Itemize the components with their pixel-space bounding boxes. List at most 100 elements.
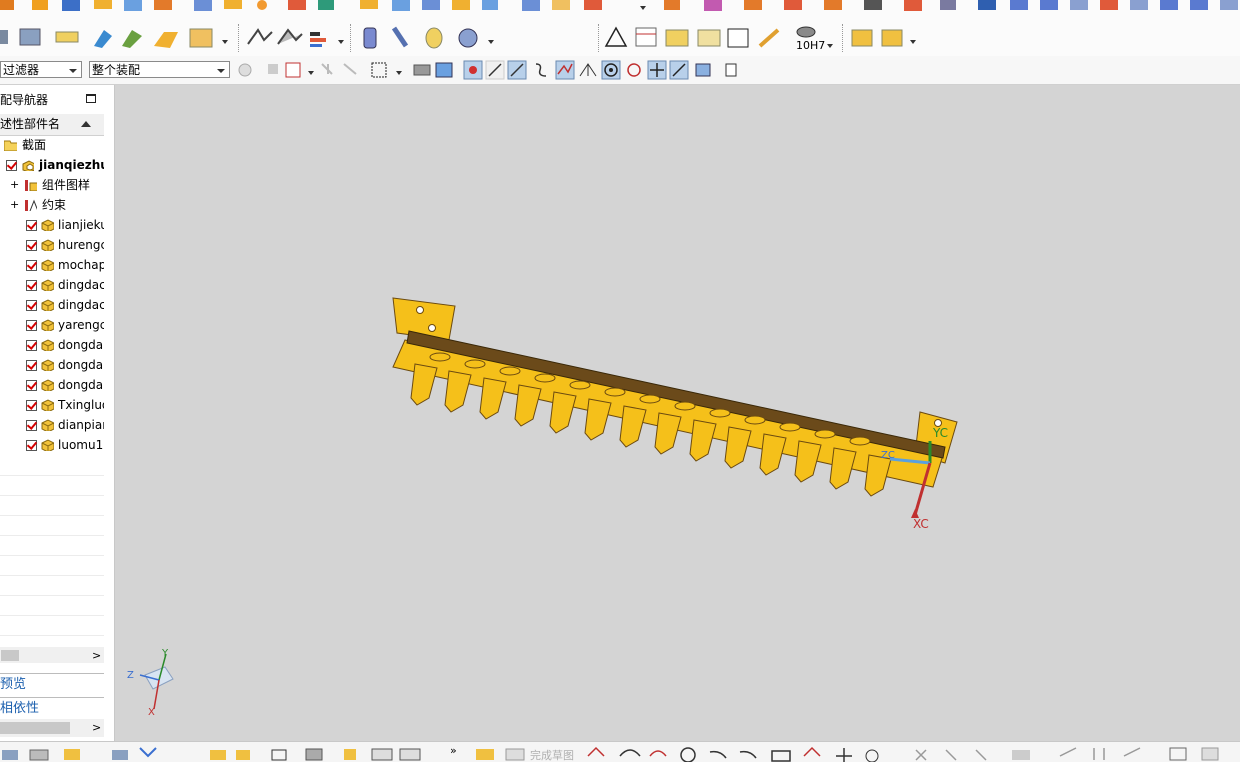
graphics-viewport[interactable]: YC ZC XC Y Z X <box>115 85 1240 741</box>
triad-y-label: Y <box>162 648 169 659</box>
part-cube-icon <box>41 279 54 291</box>
column-header-label: 述性部件名 <box>0 117 61 131</box>
tree-item-label: 组件图样 <box>42 178 91 192</box>
chevron-down-icon <box>217 69 225 73</box>
toolbar-row-2: 10H7 <box>0 18 1240 57</box>
visibility-checkbox[interactable] <box>6 160 17 171</box>
tree-item-component[interactable]: mochap <box>0 255 104 275</box>
visibility-checkbox[interactable] <box>26 320 37 331</box>
assembly-icon <box>22 160 34 171</box>
empty-tree-row <box>0 475 104 496</box>
visibility-checkbox[interactable] <box>26 280 37 291</box>
toolbar-separator <box>842 24 843 52</box>
tree-item-component[interactable]: dongda <box>0 335 104 355</box>
tree-item-component[interactable]: dongda <box>0 355 104 375</box>
selection-toolbar-icons[interactable] <box>236 60 746 82</box>
hole-callout-button[interactable]: 10H7 <box>790 26 834 56</box>
visibility-checkbox[interactable] <box>26 340 37 351</box>
empty-tree-row <box>0 575 104 596</box>
empty-tree-row <box>0 535 104 556</box>
dependency-section-header[interactable]: 相依性 <box>0 697 104 720</box>
column-header-part-name[interactable]: 述性部件名 <box>0 114 104 136</box>
tree-item-component[interactable]: hurengc <box>0 235 104 255</box>
wcs-y-label: YC <box>933 426 949 440</box>
bottom-toolbar-icons[interactable]: » <box>0 742 1240 762</box>
hole-callout-dropdown-icon <box>827 44 833 48</box>
visibility-checkbox[interactable] <box>26 220 37 231</box>
toolbar-row2-group5[interactable] <box>848 22 918 52</box>
visibility-checkbox[interactable] <box>26 440 37 451</box>
visibility-checkbox[interactable] <box>26 360 37 371</box>
part-cube-icon <box>41 399 54 411</box>
visibility-checkbox[interactable] <box>26 420 37 431</box>
tree-item-label: luomu10 <box>58 438 104 452</box>
tree-item-label: dongda <box>58 358 104 372</box>
part-cube-icon <box>41 439 54 451</box>
folder-icon <box>4 140 17 151</box>
panel-horizontal-scrollbar[interactable]: > <box>0 719 104 737</box>
expand-plus-icon[interactable]: + <box>10 195 19 215</box>
toolbar-row2-group2[interactable] <box>244 22 348 52</box>
tree-item-component[interactable]: lianjieku <box>0 215 104 235</box>
selection-filter-value: 过滤器 <box>3 63 40 77</box>
chevron-right-icon[interactable]: > <box>92 650 101 661</box>
tree-item-sections[interactable]: 截面 <box>0 135 104 155</box>
toolbar-separator <box>350 24 351 52</box>
toolbar-row1-icons-right[interactable] <box>660 0 1240 16</box>
tree-horizontal-scrollbar[interactable]: > <box>0 647 104 663</box>
model-canvas <box>139 297 958 710</box>
tree-item-label: hurengc <box>58 238 104 252</box>
chevron-right-icon[interactable]: > <box>92 722 101 733</box>
visibility-checkbox[interactable] <box>26 400 37 411</box>
visibility-checkbox[interactable] <box>26 260 37 271</box>
scrollbar-thumb[interactable] <box>0 722 70 734</box>
assembly-navigator: 配导航器 述性部件名 截面 jianqiezhu + 组件图样 + 约束 lia… <box>0 85 115 741</box>
wcs-z-label: ZC <box>881 450 895 461</box>
tree-item-component[interactable]: yarengc <box>0 315 104 335</box>
toolbar-row2-group4[interactable] <box>602 22 802 52</box>
tree-item-component[interactable]: dianpian <box>0 415 104 435</box>
toolbar-row1-icons-left[interactable] <box>0 0 660 16</box>
maximize-icon[interactable] <box>86 94 96 103</box>
expand-plus-icon[interactable]: + <box>10 175 19 195</box>
empty-tree-row <box>0 495 104 516</box>
selection-scope-combo[interactable]: 整个装配 <box>89 61 230 78</box>
part-cube-icon <box>41 359 54 371</box>
tree-item-label: dongda <box>58 378 104 392</box>
visibility-checkbox[interactable] <box>26 380 37 391</box>
cutter-bar-assembly-model[interactable] <box>392 297 958 497</box>
tree-item-label: jianqiezhu <box>39 158 104 172</box>
toolbar-row2-group1[interactable] <box>0 22 240 52</box>
toolbar-separator <box>238 24 239 52</box>
tree-item-component[interactable]: luomu10 <box>0 435 104 455</box>
part-cube-icon <box>41 219 54 231</box>
tree-item-root-assembly[interactable]: jianqiezhu <box>0 155 104 175</box>
visibility-checkbox[interactable] <box>26 240 37 251</box>
part-cube-icon <box>41 339 54 351</box>
scrollbar-thumb[interactable] <box>1 650 19 661</box>
tree-item-label: dingdac <box>58 278 104 292</box>
empty-tree-row <box>0 615 104 636</box>
svg-text:»: » <box>450 744 457 757</box>
toolbar-row2-group3[interactable] <box>356 22 506 52</box>
bottom-toolbar: » 完成草图 <box>0 741 1240 762</box>
tree-item-component-pattern[interactable]: + 组件图样 <box>0 175 104 195</box>
tree-item-component[interactable]: Txingluo <box>0 395 104 415</box>
tree-item-label: dongda <box>58 338 104 352</box>
preview-section-header[interactable]: 预览 <box>0 673 104 696</box>
constraints-icon <box>25 199 37 211</box>
tree-item-label: yarengc <box>58 318 104 332</box>
visibility-checkbox[interactable] <box>26 300 37 311</box>
tree-item-component[interactable]: dingdac <box>0 295 104 315</box>
tree-item-label: Txingluo <box>58 398 104 412</box>
tree-item-component[interactable]: dongda <box>0 375 104 395</box>
tree-item-component[interactable]: dingdac <box>0 275 104 295</box>
tree-item-label: lianjieku <box>58 218 104 232</box>
tree-item-constraints[interactable]: + 约束 <box>0 195 104 215</box>
tree-item-label: mochap <box>58 258 104 272</box>
sort-ascending-icon <box>81 121 91 127</box>
preview-section-label: 预览 <box>0 677 27 692</box>
chevron-down-icon <box>69 69 77 73</box>
navigator-title: 配导航器 <box>0 93 49 107</box>
selection-filter-combo[interactable]: 过滤器 <box>0 61 82 78</box>
